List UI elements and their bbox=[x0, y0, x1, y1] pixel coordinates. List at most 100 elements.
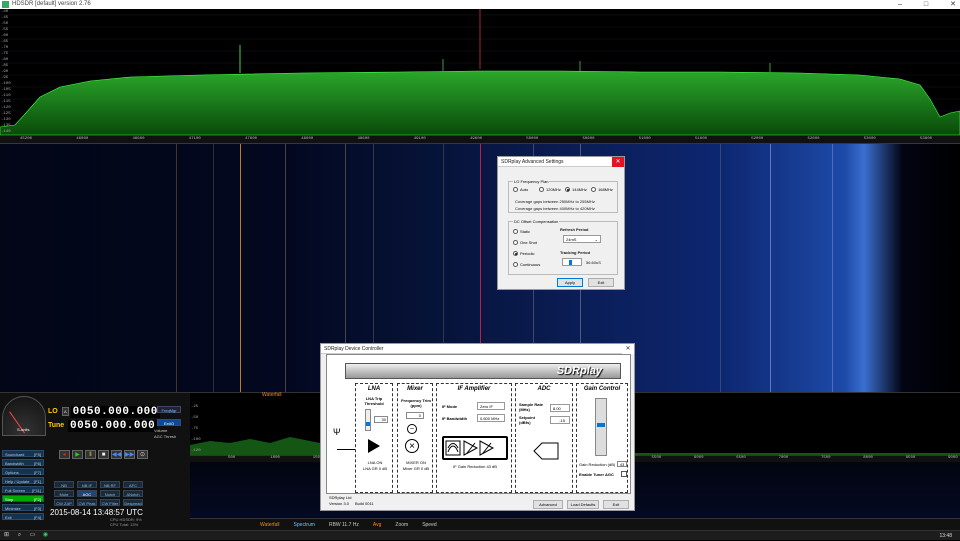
frequency-trim-input[interactable]: 0 bbox=[406, 412, 424, 419]
pause-button[interactable]: ‖ bbox=[85, 450, 96, 459]
lo-plan-option[interactable]: 120MHz bbox=[539, 187, 561, 192]
spectrum-slider-label[interactable]: Spectrum bbox=[294, 522, 315, 528]
db-tick-label: -110 bbox=[1, 94, 11, 98]
antenna-icon: Ψ bbox=[333, 427, 341, 437]
tune-frequency[interactable]: 0050.000.000 bbox=[68, 419, 158, 432]
db-tick-label: -70 bbox=[1, 46, 9, 50]
stop-button[interactable]: ■ bbox=[98, 450, 109, 459]
mode-button-despread[interactable]: Despread bbox=[123, 499, 143, 506]
hdsdr-taskbar-icon[interactable]: ◉ bbox=[42, 532, 49, 539]
play-button[interactable]: ▶ bbox=[72, 450, 83, 459]
mode-button-afc[interactable]: AFC bbox=[123, 481, 143, 488]
mode-button-cw-peak[interactable]: CW Peak bbox=[77, 499, 97, 506]
close-icon[interactable]: ✕ bbox=[612, 157, 624, 167]
tuner-agc-checkbox[interactable] bbox=[621, 471, 627, 477]
dc-offset-option[interactable]: Continuous bbox=[513, 262, 540, 267]
mixer-stage: Mixer Frequency Trim (ppm) 0 ~ × MIXER O… bbox=[397, 383, 433, 493]
tracking-period-slider[interactable] bbox=[562, 258, 582, 266]
lo-plan-option[interactable]: 144MHz bbox=[565, 187, 587, 192]
tracking-slider-thumb[interactable] bbox=[569, 260, 572, 265]
lo-frequency[interactable]: 0050.000.000 bbox=[70, 405, 160, 418]
shortcut-label: [F11] bbox=[32, 488, 41, 493]
button-options[interactable]: Options [F7] bbox=[2, 468, 44, 475]
button-stop[interactable]: Stop [F2] bbox=[2, 495, 44, 502]
minimize-button[interactable]: – bbox=[898, 0, 902, 9]
audio-frequency-label: 8000 bbox=[863, 456, 873, 460]
button-label: Stop bbox=[5, 497, 14, 502]
mode-button-cw-zap[interactable]: CW ZAP bbox=[54, 499, 74, 506]
gain-control-title: Gain Control bbox=[583, 386, 621, 392]
mixer-trim-label: Frequency Trim (ppm) bbox=[401, 398, 431, 408]
frequency-tick-label: 46000 bbox=[76, 137, 89, 141]
lna-status: LNA ON bbox=[367, 460, 383, 465]
mode-button-mute[interactable]: Mute bbox=[54, 490, 74, 497]
avg-label[interactable]: Avg bbox=[373, 522, 382, 528]
if-mode-select[interactable]: Zero IF bbox=[477, 402, 505, 410]
close-button[interactable]: ✕ bbox=[950, 0, 956, 9]
mode-button-nb[interactable]: NB bbox=[54, 481, 74, 488]
lna-slider-thumb[interactable] bbox=[366, 422, 370, 426]
if-bandwidth-select[interactable]: 0.600 MHz bbox=[477, 414, 505, 422]
button-exit[interactable]: Exit [F4] bbox=[2, 513, 44, 520]
freqmgr-button[interactable]: FreqMgr bbox=[157, 406, 181, 413]
button-label: Exit bbox=[5, 515, 12, 520]
lo-vfo-button[interactable]: A bbox=[62, 407, 69, 416]
button-label: Soundcard bbox=[5, 452, 25, 457]
if-mode-value: Zero IF bbox=[480, 404, 493, 409]
option-label: Static bbox=[520, 229, 531, 234]
lo-plan-option[interactable]: 168MHz bbox=[591, 187, 613, 192]
record-button[interactable]: ● bbox=[59, 450, 70, 459]
lo-plan-option[interactable]: Auto bbox=[513, 187, 528, 192]
extio-button[interactable]: ExtIO bbox=[157, 419, 181, 426]
frequency-axis[interactable]: 45200 46000 46600 47100 47600 48000 48600 49100… bbox=[0, 135, 960, 144]
mixer-title: Mixer bbox=[407, 386, 423, 392]
dc-offset-option[interactable]: One Shot bbox=[513, 240, 537, 245]
refresh-period-select[interactable]: 24mS ⌄ bbox=[563, 235, 601, 243]
controller-exit-button[interactable]: Exit bbox=[603, 500, 629, 509]
button-minimize[interactable]: Minimize [F3] bbox=[2, 504, 44, 511]
sample-rate-select[interactable]: 8.00 bbox=[550, 404, 570, 412]
button-full-screen[interactable]: Full Screen [F11] bbox=[2, 486, 44, 493]
advanced-button[interactable]: Advanced bbox=[533, 500, 563, 509]
gain-reduction-slider[interactable] bbox=[595, 398, 607, 456]
audio-frequency-label: 6000 bbox=[693, 456, 704, 460]
mode-button-agc-fixed[interactable]: AGC Fixed bbox=[77, 490, 97, 504]
dc-offset-option[interactable]: Periodic bbox=[513, 251, 534, 256]
lna-threshold-input[interactable]: 30 bbox=[374, 416, 388, 423]
dc-offset-option[interactable]: Static bbox=[513, 229, 530, 234]
audio-db-label: -25 bbox=[191, 405, 199, 409]
apply-button[interactable]: Apply bbox=[557, 278, 583, 287]
maximize-button[interactable]: □ bbox=[924, 0, 928, 9]
mode-button-nb-rf[interactable]: NB RF bbox=[100, 481, 120, 488]
search-icon[interactable]: ⌕ bbox=[16, 532, 23, 539]
rewind-button[interactable]: ◀◀ bbox=[111, 450, 122, 459]
mixer-icon: × bbox=[405, 439, 419, 453]
close-icon[interactable]: ✕ bbox=[622, 344, 634, 354]
gain-reduction-input[interactable]: 43 bbox=[617, 461, 627, 467]
load-defaults-button[interactable]: Load Defaults bbox=[567, 500, 599, 509]
forward-button[interactable]: ▶▶ bbox=[124, 450, 135, 459]
button-help-update[interactable]: Help / Update [F1] bbox=[2, 477, 44, 484]
button-soundcard[interactable]: Soundcard [F5] bbox=[2, 450, 44, 457]
speed-label[interactable]: Speed bbox=[422, 522, 436, 528]
start-icon[interactable]: ⊞ bbox=[3, 532, 10, 539]
s-units-label: S-units bbox=[17, 427, 30, 432]
lna-threshold-slider[interactable] bbox=[365, 409, 371, 431]
task-view-icon[interactable]: ▭ bbox=[29, 532, 36, 539]
loop-button[interactable]: ⊙ bbox=[137, 450, 148, 459]
spectrum-display[interactable]: -40 -45 -50 -55 -60 -65 -70 -75 -80 -85 -90 -95 -100… bbox=[0, 9, 960, 135]
mode-button-notch[interactable]: Notch bbox=[100, 490, 120, 497]
mode-button-anotch[interactable]: ANotch bbox=[123, 490, 143, 497]
rbw-label[interactable]: RBW 11.7 Hz bbox=[329, 522, 359, 528]
zoom-label[interactable]: Zoom bbox=[395, 522, 408, 528]
setpoint-input[interactable]: -15 bbox=[550, 416, 570, 424]
gain-slider-thumb[interactable] bbox=[597, 423, 605, 427]
db-tick-label: -80 bbox=[1, 58, 9, 62]
lo-row: LO A 0050.000.000 bbox=[48, 405, 160, 418]
mode-button-nb-if[interactable]: NB IF bbox=[77, 481, 97, 488]
waterfall-slider-label[interactable]: Waterfall bbox=[260, 522, 280, 528]
advanced-exit-button[interactable]: Exit bbox=[588, 278, 614, 287]
mode-button-cw-filter[interactable]: CW Filter bbox=[100, 499, 120, 506]
tuner-agc-label: Enable Tuner AGC bbox=[579, 472, 614, 477]
button-bandwidth[interactable]: Bandwidth [F6] bbox=[2, 459, 44, 466]
